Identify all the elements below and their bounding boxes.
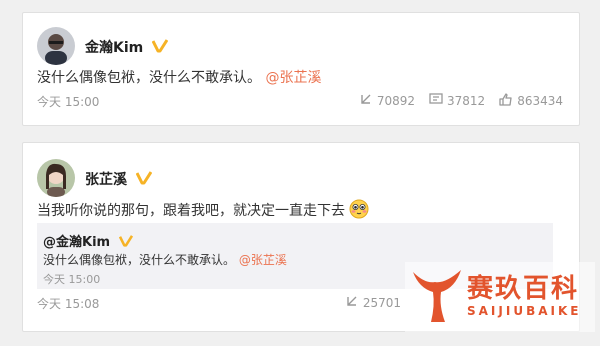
mention-link[interactable]: @张芷溪	[239, 253, 287, 267]
post-body: 没什么偶像包袱，没什么不敢承认。	[37, 70, 261, 86]
username-row: 金瀚Kim	[85, 37, 169, 57]
post-text: 没什么偶像包袱，没什么不敢承认。 @张芷溪	[37, 67, 321, 87]
mention-link[interactable]: @张芷溪	[265, 70, 321, 86]
avatar[interactable]	[37, 159, 75, 197]
post-text: 当我听你说的那句，跟着我吧，就决定一直走下去	[37, 199, 369, 223]
username-link[interactable]: 张芷溪	[85, 172, 127, 188]
repost-icon	[359, 93, 373, 109]
quoted-body: 没什么偶像包袱，没什么不敢承认。	[43, 253, 236, 267]
repost-count: 70892	[376, 94, 415, 108]
verified-badge-icon	[135, 171, 153, 189]
like-button[interactable]: 863434	[499, 93, 563, 109]
thumbs-up-icon	[499, 93, 513, 109]
comment-count: 37812	[447, 94, 486, 108]
username-link[interactable]: 金瀚Kim	[85, 40, 143, 56]
post-time[interactable]: 今天 15:00	[37, 93, 99, 110]
quoted-username-row: @金瀚Kim	[43, 231, 133, 251]
blushing-face-icon	[349, 199, 369, 223]
weibo-post-card: 金瀚Kim 没什么偶像包袱，没什么不敢承认。 @张芷溪 今天 15:00 708…	[22, 12, 580, 126]
watermark: 赛玖百科 SAIJIUBAIKE	[405, 262, 595, 332]
post-time[interactable]: 今天 15:08	[37, 295, 99, 312]
post-stats: 70892 37812 863434	[359, 93, 563, 109]
repost-count: 25701	[362, 296, 401, 310]
post-stats: 25701	[345, 295, 401, 311]
verified-badge-icon	[118, 234, 133, 251]
repost-button[interactable]: 70892	[359, 93, 415, 109]
quoted-username-link[interactable]: @金瀚Kim	[43, 235, 110, 250]
comment-icon	[429, 93, 443, 109]
verified-badge-icon	[151, 39, 169, 57]
comment-button[interactable]: 37812	[429, 93, 485, 109]
repost-icon	[345, 295, 359, 311]
post-body: 当我听你说的那句，跟着我吧，就决定一直走下去	[37, 203, 345, 219]
whale-tail-logo-icon	[411, 266, 463, 330]
quoted-time[interactable]: 今天 15:00	[43, 271, 100, 287]
avatar[interactable]	[37, 27, 75, 65]
quoted-text: 没什么偶像包袱，没什么不敢承认。 @张芷溪	[43, 251, 287, 268]
watermark-brand: 赛玖百科	[467, 274, 580, 304]
like-count: 863434	[517, 94, 563, 108]
watermark-brand-latin: SAIJIUBAIKE	[467, 304, 582, 318]
username-row: 张芷溪	[85, 169, 153, 189]
repost-button[interactable]: 25701	[345, 295, 401, 311]
